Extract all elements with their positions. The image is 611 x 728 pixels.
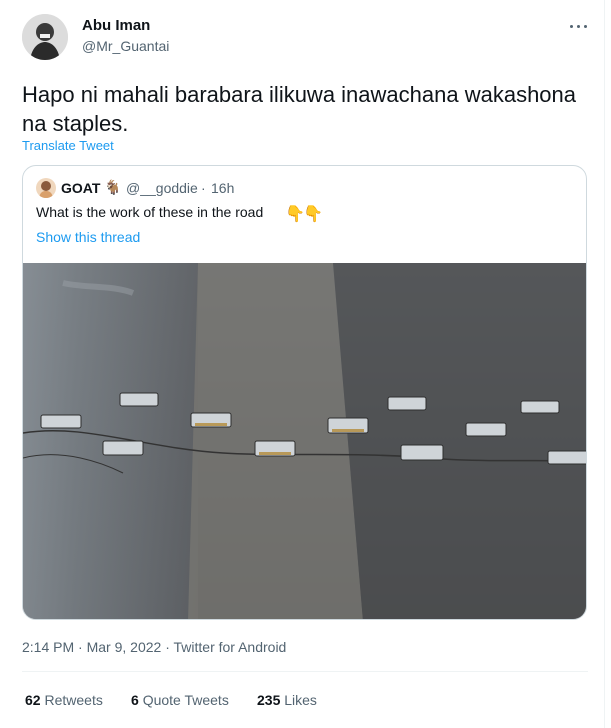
quoted-avatar-image: [39, 181, 53, 198]
show-thread-link[interactable]: Show this thread: [36, 228, 140, 246]
retweets-count: 62: [25, 692, 41, 708]
pointing-down-emoji-icon: 👇: [303, 206, 323, 223]
author-handle[interactable]: @Mr_Guantai: [82, 37, 169, 55]
retweets-label: Retweets: [44, 692, 103, 708]
road-studs-photo-icon: [23, 263, 586, 619]
quoted-author-handle: @__goddie: [126, 180, 198, 196]
tweet-time[interactable]: 2:14 PM: [22, 639, 74, 655]
quote-tweets-count: 6: [131, 692, 139, 708]
quoted-media-photo[interactable]: [23, 263, 586, 619]
tweet-detail: Abu Iman @Mr_Guantai Hapo ni mahali bara…: [0, 0, 611, 728]
more-options-icon[interactable]: [566, 18, 592, 34]
quoted-timestamp[interactable]: 16h: [211, 179, 234, 197]
quoted-separator: ·: [201, 180, 206, 196]
quoted-text: What is the work of these in the road: [36, 204, 264, 220]
quoted-author-name: GOAT: [61, 180, 101, 196]
translate-tweet-link[interactable]: Translate Tweet: [22, 138, 114, 153]
column-border: [604, 0, 605, 728]
quoted-tweet-card[interactable]: GOAT 🐐 @__goddie · 16h What is the work …: [22, 165, 587, 620]
author-name[interactable]: Abu Iman: [82, 17, 150, 35]
likes-stat[interactable]: 235 Likes: [257, 691, 317, 709]
meta-separator: ·: [78, 639, 83, 655]
likes-count: 235: [257, 692, 281, 708]
quoted-author-avatar: [36, 178, 56, 198]
tweet-metadata: 2:14 PM · Mar 9, 2022 · Twitter for Andr…: [22, 638, 286, 656]
quote-tweets-stat[interactable]: 6 Quote Tweets: [131, 691, 229, 709]
pointing-down-emoji-icon: 👇: [285, 206, 305, 223]
tweet-date[interactable]: Mar 9, 2022: [87, 639, 162, 655]
quote-tweets-label: Quote Tweets: [142, 692, 229, 708]
author-avatar-image: [22, 14, 68, 60]
likes-label: Likes: [284, 692, 317, 708]
retweets-stat[interactable]: 62 Retweets: [25, 691, 103, 709]
goat-emoji-icon: 🐐: [104, 179, 122, 195]
stats-divider-top: [22, 671, 588, 672]
tweet-text: Hapo ni mahali barabara ilikuwa inawacha…: [22, 82, 577, 136]
meta-separator: ·: [165, 639, 170, 655]
tweet-source[interactable]: Twitter for Android: [174, 639, 287, 655]
author-avatar[interactable]: [22, 14, 68, 60]
